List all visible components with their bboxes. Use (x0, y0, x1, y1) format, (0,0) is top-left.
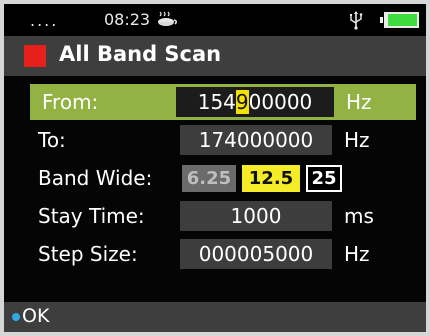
clock-time: 08:23 (104, 10, 151, 29)
stay-time-label: Stay Time: (38, 204, 145, 228)
title-bar: All Band Scan (4, 36, 426, 76)
coffee-cup-icon (158, 11, 178, 26)
from-row[interactable]: From: 154900000 Hz (30, 84, 416, 120)
stay-time-row[interactable]: Stay Time: 1000 ms (4, 198, 426, 234)
to-label: To: (38, 128, 66, 152)
from-label: From: (42, 90, 99, 114)
band-wide-option-6-25[interactable]: 6.25 (182, 165, 236, 192)
to-unit: Hz (344, 128, 370, 152)
from-value-prefix: 154 (197, 90, 236, 114)
to-row[interactable]: To: 174000000 Hz (4, 122, 426, 158)
battery-icon (380, 12, 419, 28)
ok-bullet-icon (12, 313, 20, 321)
from-frequency-field[interactable]: 154900000 (176, 87, 334, 117)
step-size-label: Step Size: (38, 242, 138, 266)
from-value-suffix: 00000 (248, 90, 313, 114)
status-bar: .... 08:23 (4, 4, 426, 36)
soft-key-bar: OK (4, 302, 426, 332)
band-wide-option-12-5[interactable]: 12.5 (242, 165, 300, 192)
from-unit: Hz (346, 90, 372, 114)
title-marker (24, 45, 46, 67)
signal-dots: .... (30, 11, 59, 30)
band-wide-label: Band Wide: (38, 166, 153, 190)
to-frequency-field[interactable]: 174000000 (180, 125, 332, 155)
usb-icon (350, 11, 363, 30)
cursor-digit[interactable]: 9 (235, 90, 249, 114)
page-title: All Band Scan (59, 42, 222, 66)
stay-time-unit: ms (344, 204, 374, 228)
ok-softkey[interactable]: OK (22, 305, 49, 327)
step-size-unit: Hz (344, 242, 370, 266)
step-size-field[interactable]: 000005000 (180, 239, 332, 269)
band-wide-row[interactable]: Band Wide: 6.25 12.5 25 (4, 160, 426, 196)
step-size-row[interactable]: Step Size: 000005000 Hz (4, 236, 426, 272)
device-screen: .... 08:23 All Band Scan From: 154900000… (0, 0, 430, 336)
stay-time-field[interactable]: 1000 (180, 201, 332, 231)
band-wide-option-25[interactable]: 25 (306, 165, 342, 192)
